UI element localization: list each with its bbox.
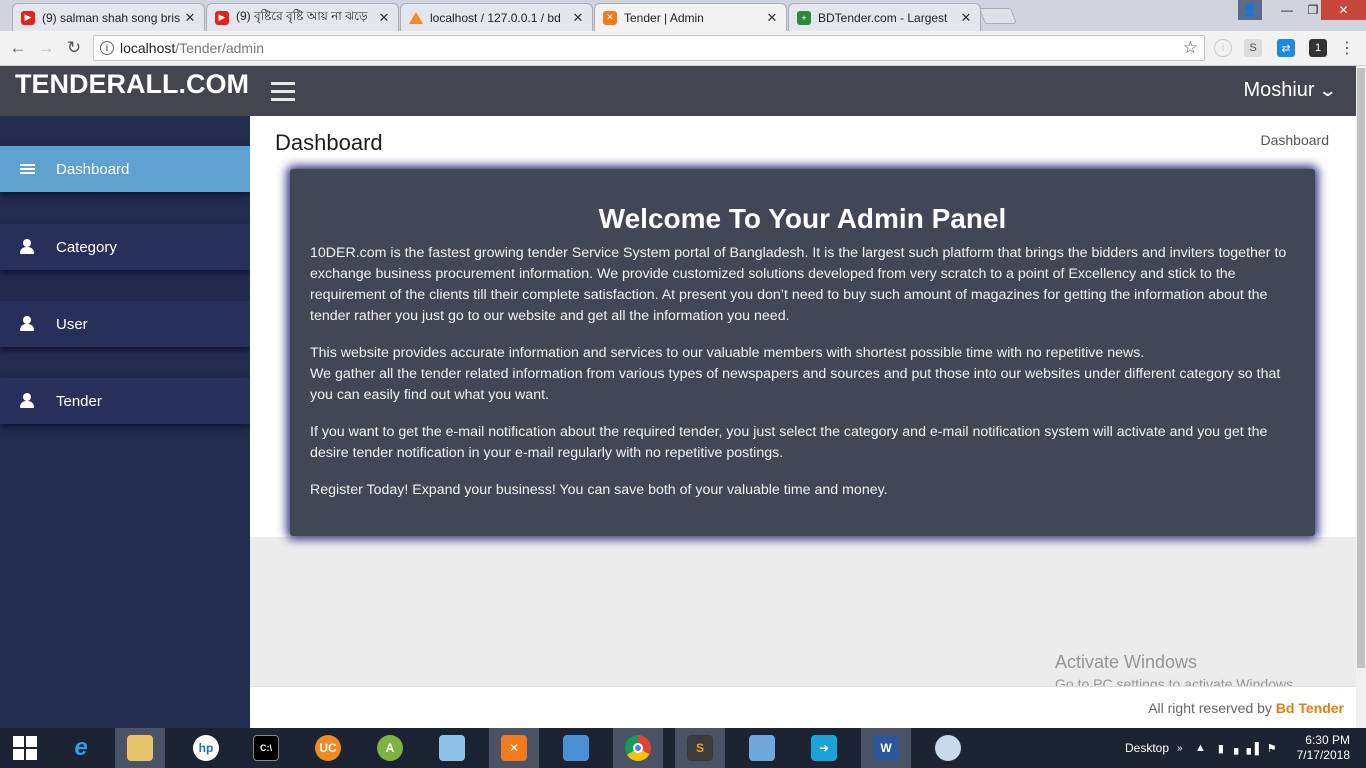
battery-icon[interactable]: ▮ (1218, 742, 1224, 755)
url-path: /Tender/admin (175, 40, 264, 56)
main-content: Dashboard Dashboard Welcome To Your Admi… (250, 116, 1356, 728)
close-tab-icon[interactable]: ✕ (570, 10, 586, 26)
sidebar-item-label: Category (56, 238, 117, 256)
bars-icon (0, 162, 56, 176)
close-tab-icon[interactable]: ✕ (376, 10, 392, 26)
xampp-icon: ✕ (603, 10, 617, 25)
command-prompt-icon[interactable]: C:\ (241, 728, 291, 768)
chevron-down-icon: ⌄ (1317, 82, 1337, 100)
url-host: localhost (120, 40, 176, 56)
admin-header: TENDERALL.COM Moshiur ⌄ (0, 66, 1356, 116)
close-window-button[interactable]: ✕ (1321, 0, 1366, 20)
welcome-heading: Welcome To Your Admin Panel (598, 203, 1007, 234)
browser-toolbar: ← → ↻ i localhost/Tender/admin ☆ i S ⇄ 1… (0, 31, 1366, 66)
content-area: Dashboard Dashboard Welcome To Your Admi… (250, 116, 1356, 537)
internet-explorer-icon[interactable]: e (56, 728, 106, 768)
welcome-paragraph: Register Today! Expand your business! Yo… (310, 482, 888, 498)
welcome-line: This website provides accurate informati… (310, 345, 1145, 361)
page-title: Dashboard (275, 130, 383, 155)
profile-icon[interactable]: 👤 (1238, 0, 1262, 20)
footer-brand-link[interactable]: Bd Tender (1276, 700, 1344, 716)
user-name: Moshiur (1243, 79, 1315, 101)
user-icon (0, 316, 56, 332)
page-scrollbar[interactable] (1356, 66, 1366, 728)
browser-tab-active[interactable]: ✕ Tender | Admin ✕ (594, 3, 787, 31)
sidebar-item-label: Dashboard (56, 160, 130, 178)
file-explorer-icon[interactable] (115, 728, 165, 768)
welcome-panel: Welcome To Your Admin Panel 10DER.com is… (290, 169, 1315, 536)
android-studio-icon[interactable]: A (365, 728, 415, 768)
user-menu[interactable]: Moshiur ⌄ (1243, 79, 1337, 102)
footer: All right reserved by Bd Tender (250, 686, 1356, 728)
sidebar-item-label: User (56, 315, 88, 333)
sidebar-item-tender[interactable]: Tender (0, 378, 250, 424)
paint-icon[interactable] (923, 728, 973, 768)
computer-icon[interactable] (737, 728, 787, 768)
skype-extension-icon[interactable]: S (1244, 39, 1262, 57)
browser-tab[interactable]: ▶ (9) salman shah song bris ✕ (12, 3, 205, 31)
chevron-icon: » (1177, 742, 1183, 754)
hp-support-icon[interactable]: hp (181, 728, 231, 768)
uc-browser-icon[interactable]: UC (303, 728, 353, 768)
new-tab-button[interactable] (979, 8, 1017, 24)
xampp-taskbar-icon[interactable]: ✕ (489, 728, 539, 768)
breadcrumb[interactable]: Dashboard (1261, 132, 1330, 148)
network-icon[interactable]: ▖▗▐ (1234, 742, 1259, 755)
youtube-icon: ▶ (215, 10, 229, 25)
word-icon[interactable]: W (861, 728, 911, 768)
browser-tab[interactable]: ▶ (9) বৃষ্টিরে বৃষ্টি আয় না ঝড়ে ✕ (206, 3, 399, 31)
watermark-title: Activate Windows (1055, 652, 1198, 672)
clock-time: 6:30 PM (1305, 733, 1350, 747)
bookmark-star-icon[interactable]: ☆ (1183, 38, 1198, 58)
windows-taskbar: e hp C:\ UC A ✕ S ➜ W Desktop » ▲ ▮ ▖▗▐ … (0, 728, 1366, 768)
tray-expand-icon[interactable]: ▲ (1195, 742, 1206, 754)
minimize-button[interactable]: — (1274, 0, 1300, 20)
extension-icon[interactable]: i (1214, 39, 1232, 57)
reload-icon[interactable]: ↻ (64, 38, 84, 58)
browser-tab[interactable]: + BDTender.com - Largest ✕ (788, 3, 981, 31)
welcome-paragraph: This website provides accurate informati… (310, 343, 1295, 406)
sidebar: Dashboard Category User Tender (0, 116, 250, 728)
chrome-icon[interactable] (613, 728, 663, 768)
close-tab-icon[interactable]: ✕ (764, 10, 780, 26)
user-icon (0, 239, 56, 255)
sidebar-item-label: Tender (56, 392, 102, 410)
translate-extension-icon[interactable]: ⇄ (1277, 39, 1295, 57)
bdtender-icon: + (797, 10, 811, 25)
phpmyadmin-icon (409, 11, 423, 24)
youtube-icon: ▶ (21, 10, 35, 25)
welcome-paragraph: 10DER.com is the fastest growing tender … (310, 245, 1287, 324)
back-arrow-icon[interactable]: ← (8, 38, 28, 58)
sidebar-item-dashboard[interactable]: Dashboard (0, 146, 250, 192)
windows-logo-icon (13, 736, 37, 760)
system-tray[interactable]: ▲ ▮ ▖▗▐ ⚑ (1195, 728, 1277, 768)
user-icon (0, 393, 56, 409)
brand-logo[interactable]: TENDERALL.COM (0, 66, 250, 116)
clock-date: 7/17/2018 (1296, 748, 1350, 762)
sharing-app-icon[interactable]: ➜ (799, 728, 849, 768)
sidebar-item-user[interactable]: User (0, 301, 250, 347)
welcome-line: We gather all the tender related informa… (310, 366, 1281, 403)
sidebar-item-category[interactable]: Category (0, 224, 250, 270)
close-tab-icon[interactable]: ✕ (958, 10, 974, 26)
forward-arrow-icon[interactable]: → (36, 38, 56, 58)
info-icon[interactable]: i (100, 41, 114, 55)
flag-icon[interactable]: ⚑ (1267, 742, 1277, 755)
scrollbar-thumb[interactable] (1357, 68, 1365, 668)
close-tab-icon[interactable]: ✕ (182, 10, 198, 26)
clock[interactable]: 6:30 PM 7/17/2018 (1297, 733, 1350, 763)
start-button[interactable] (0, 728, 50, 768)
browser-tab-strip: ▶ (9) salman shah song bris ✕ ▶ (9) বৃষ্… (0, 0, 1366, 31)
browser-tab[interactable]: localhost / 127.0.0.1 / bd ✕ (400, 3, 593, 31)
welcome-paragraph: If you want to get the e-mail notificati… (310, 424, 1268, 461)
copyright-text: All right reserved by Bd Tender (1148, 700, 1344, 716)
desktop-toolbar[interactable]: Desktop » (1125, 728, 1183, 768)
notification-extension-icon[interactable]: 1 (1309, 39, 1327, 57)
remote-desktop-icon[interactable] (551, 728, 601, 768)
sublime-text-icon[interactable]: S (675, 728, 725, 768)
notes-app-icon[interactable] (427, 728, 477, 768)
menu-kebab-icon[interactable]: ⋮ (1338, 39, 1356, 57)
hamburger-menu-icon[interactable] (271, 82, 295, 102)
address-bar[interactable]: i localhost/Tender/admin ☆ (93, 35, 1205, 61)
